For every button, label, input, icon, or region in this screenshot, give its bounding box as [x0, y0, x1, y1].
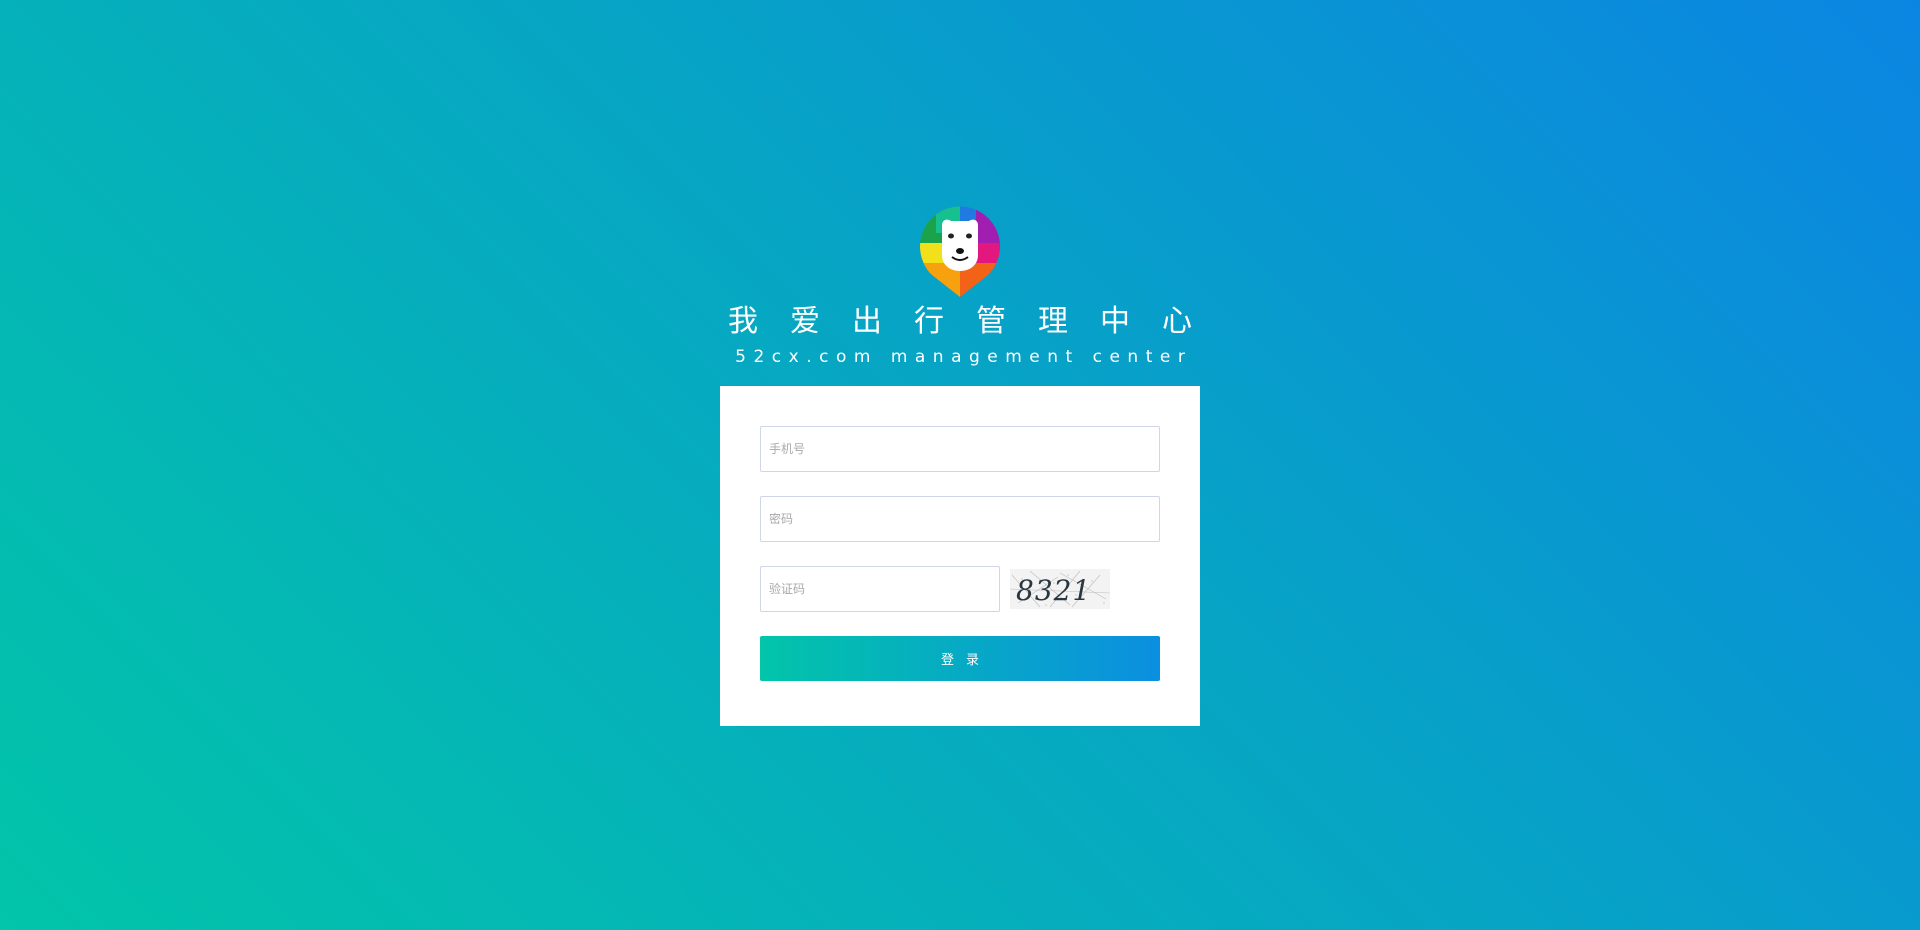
bear-logo-icon — [919, 206, 1000, 297]
captcha-text: 8321 — [1016, 574, 1091, 607]
login-card: 8321 登录 — [720, 386, 1200, 726]
brand-header: 我爱出行管理中心 52cx.com management center — [0, 203, 1920, 368]
page-subtitle: 52cx.com management center — [735, 347, 1193, 367]
page-title: 我爱出行管理中心 — [728, 304, 1224, 339]
captcha-image[interactable]: 8321 — [1010, 569, 1110, 609]
captcha-input[interactable] — [760, 566, 1000, 612]
phone-input[interactable] — [760, 426, 1160, 472]
password-input[interactable] — [760, 496, 1160, 542]
login-button[interactable]: 登录 — [760, 636, 1160, 681]
captcha-row: 8321 — [760, 566, 1160, 612]
